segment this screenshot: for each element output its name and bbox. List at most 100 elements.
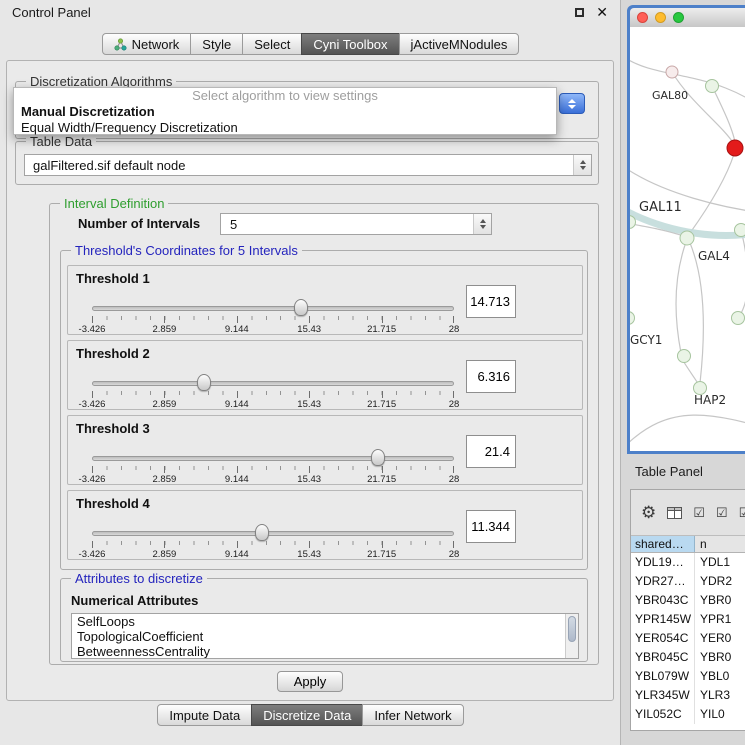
tab-label: jActiveMNodules <box>411 37 508 52</box>
tab-label: Select <box>254 37 290 52</box>
threshold-3-value-field[interactable] <box>466 435 516 468</box>
zoom-traffic-light-icon[interactable] <box>673 12 684 23</box>
list-scrollbar[interactable] <box>565 614 578 658</box>
slider-track[interactable] <box>92 531 454 536</box>
threshold-4-panel: Threshold 4 -3.426 2.859 9.144 15.43 21.… <box>67 490 583 560</box>
table-cell[interactable]: YPR145W <box>631 610 695 629</box>
close-icon[interactable]: ✕ <box>596 5 608 19</box>
network-node[interactable] <box>678 350 691 363</box>
table-row[interactable]: YLR345WYLR3 <box>631 686 745 705</box>
table-data-combo[interactable]: galFiltered.sif default node <box>24 154 592 176</box>
slider-handle[interactable] <box>197 374 211 391</box>
threshold-2-slider[interactable]: -3.426 2.859 9.144 15.43 21.715 28 <box>92 369 454 409</box>
network-node-label: GAL11 <box>639 200 682 215</box>
tab-cyni-toolbox[interactable]: Cyni Toolbox <box>301 33 399 55</box>
table-cell[interactable]: YBR045C <box>631 648 695 667</box>
threshold-1-value-field[interactable] <box>466 285 516 318</box>
algorithm-combo-button[interactable] <box>559 93 585 114</box>
apply-button[interactable]: Apply <box>277 671 343 692</box>
table-cell[interactable]: YLR3 <box>695 686 745 705</box>
dropdown-option-equal-width-frequency[interactable]: Equal Width/Frequency Discretization <box>14 120 556 136</box>
selected-network-node[interactable] <box>727 140 743 156</box>
network-node[interactable] <box>706 80 719 93</box>
threshold-label: Threshold 2 <box>76 346 150 361</box>
table-cell[interactable]: YDL19… <box>631 553 695 572</box>
threshold-4-value-field[interactable] <box>466 510 516 543</box>
number-of-intervals-spinner[interactable]: 5 <box>220 213 492 235</box>
threshold-1-slider[interactable]: -3.426 2.859 9.144 15.43 21.715 28 <box>92 294 454 334</box>
table-row[interactable]: YER054CYER0 <box>631 629 745 648</box>
network-node[interactable] <box>735 224 745 237</box>
table-row[interactable]: YDR27…YDR2 <box>631 572 745 591</box>
checkbox-icon[interactable]: ☑ <box>716 506 728 519</box>
network-graph[interactable]: GAL80 GAL11 GAL4 GCY1 HAP2 <box>630 27 745 451</box>
table-row[interactable]: YBL079WYBL0 <box>631 667 745 686</box>
slider-tick-labels: -3.426 2.859 9.144 15.43 21.715 28 <box>92 324 454 336</box>
scrollbar-thumb[interactable] <box>568 616 576 642</box>
threshold-2-value-field[interactable] <box>466 360 516 393</box>
gear-icon[interactable]: ⚙ <box>641 504 656 521</box>
minimize-traffic-light-icon[interactable] <box>655 12 666 23</box>
slider-handle[interactable] <box>371 449 385 466</box>
slider-handle[interactable] <box>294 299 308 316</box>
control-panel-titlebar: Control Panel ✕ <box>0 0 620 24</box>
table-row[interactable]: YIL052CYIL0 <box>631 705 745 724</box>
table-cell[interactable]: YBR043C <box>631 591 695 610</box>
slider-track[interactable] <box>92 456 454 461</box>
network-window-titlebar[interactable] <box>630 8 745 27</box>
list-item[interactable]: SelfLoops <box>72 614 578 629</box>
checkbox-icon[interactable]: ☑ <box>693 506 705 519</box>
attributes-group: Attributes to discretize Numerical Attri… <box>60 578 588 662</box>
threshold-2-panel: Threshold 2 -3.426 2.859 9.144 15.43 21.… <box>67 340 583 410</box>
spinner-arrows-icon[interactable] <box>473 214 491 234</box>
slider-handle[interactable] <box>255 524 269 541</box>
table-cell[interactable]: YLR345W <box>631 686 695 705</box>
tab-jactivemnodules[interactable]: jActiveMNodules <box>399 33 520 55</box>
network-canvas[interactable]: GAL80 GAL11 GAL4 GCY1 HAP2 <box>630 27 745 451</box>
slider-track[interactable] <box>92 306 454 311</box>
float-window-icon[interactable] <box>575 8 584 17</box>
tab-infer-network[interactable]: Infer Network <box>362 704 463 726</box>
table-cell[interactable]: YPR1 <box>695 610 745 629</box>
network-node[interactable] <box>680 231 694 245</box>
table-cell[interactable]: YBL079W <box>631 667 695 686</box>
columns-icon[interactable] <box>667 507 682 519</box>
close-traffic-light-icon[interactable] <box>637 12 648 23</box>
table-row[interactable]: YPR145WYPR1 <box>631 610 745 629</box>
tab-impute-data[interactable]: Impute Data <box>157 704 252 726</box>
table-cell[interactable]: YBL0 <box>695 667 745 686</box>
table-row[interactable]: YDL19…YDL1 <box>631 553 745 572</box>
threshold-3-slider[interactable]: -3.426 2.859 9.144 15.43 21.715 28 <box>92 444 454 484</box>
table-cell[interactable]: YIL052C <box>631 705 695 724</box>
network-node[interactable] <box>630 312 635 325</box>
table-cell[interactable]: YDR2 <box>695 572 745 591</box>
table-row[interactable]: YBR045CYBR0 <box>631 648 745 667</box>
list-item[interactable]: TopologicalCoefficient <box>72 629 578 644</box>
list-item[interactable]: BetweennessCentrality <box>72 644 578 659</box>
tab-network[interactable]: Network <box>102 33 192 55</box>
tab-select[interactable]: Select <box>242 33 302 55</box>
table-data-combo-value: galFiltered.sif default node <box>33 158 185 173</box>
threshold-3-panel: Threshold 3 -3.426 2.859 9.144 15.43 21.… <box>67 415 583 485</box>
checkbox-icon[interactable]: ☑ <box>739 506 745 519</box>
table-cell[interactable]: YDL1 <box>695 553 745 572</box>
table-cell[interactable]: YBR0 <box>695 648 745 667</box>
tab-discretize-data[interactable]: Discretize Data <box>251 704 363 726</box>
table-cell[interactable]: YBR0 <box>695 591 745 610</box>
dropdown-option-manual-discretization[interactable]: Manual Discretization <box>14 104 556 120</box>
network-node[interactable] <box>666 66 678 78</box>
slider-track[interactable] <box>92 381 454 386</box>
table-cell[interactable]: YER0 <box>695 629 745 648</box>
table-cell[interactable]: YIL0 <box>695 705 745 724</box>
tab-style[interactable]: Style <box>190 33 243 55</box>
threshold-label: Threshold 1 <box>76 271 150 286</box>
column-header-shared-name[interactable]: shared… <box>631 536 695 552</box>
slider-tick-labels: -3.426 2.859 9.144 15.43 21.715 28 <box>92 549 454 561</box>
table-cell[interactable]: YER054C <box>631 629 695 648</box>
column-header-name[interactable]: n <box>695 536 745 552</box>
threshold-4-slider[interactable]: -3.426 2.859 9.144 15.43 21.715 28 <box>92 519 454 559</box>
numerical-attributes-list[interactable]: SelfLoops TopologicalCoefficient Between… <box>71 613 579 659</box>
table-row[interactable]: YBR043CYBR0 <box>631 591 745 610</box>
network-node[interactable] <box>732 312 745 325</box>
table-cell[interactable]: YDR27… <box>631 572 695 591</box>
